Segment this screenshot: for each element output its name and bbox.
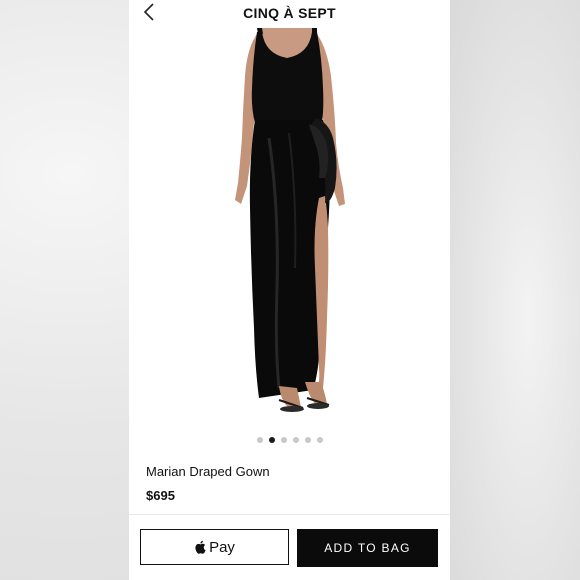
pagination-dot[interactable]: [316, 437, 323, 443]
pagination-dot-active[interactable]: [268, 437, 275, 443]
product-image[interactable]: [129, 28, 450, 428]
pagination-dot[interactable]: [256, 437, 263, 443]
pagination-dot[interactable]: [292, 437, 299, 443]
gown-illustration: [129, 28, 450, 428]
blurred-backdrop-right: [450, 0, 580, 580]
apple-pay-button[interactable]: Pay: [140, 529, 289, 565]
apple-pay-label: Pay: [209, 538, 235, 556]
product-name: Marian Draped Gown: [146, 464, 270, 479]
divider: [129, 514, 450, 515]
pagination-dot[interactable]: [304, 437, 311, 443]
apple-icon: [195, 540, 206, 554]
add-to-bag-button[interactable]: ADD TO BAG: [297, 529, 438, 567]
product-screen: CINQ À SEPT Marian Draped Gown $695 Pay …: [129, 0, 450, 580]
product-price: $695: [146, 488, 175, 503]
pagination-dot[interactable]: [280, 437, 287, 443]
gallery-pagination: [129, 437, 450, 445]
top-bar: CINQ À SEPT: [129, 0, 450, 28]
brand-title: CINQ À SEPT: [243, 5, 336, 21]
